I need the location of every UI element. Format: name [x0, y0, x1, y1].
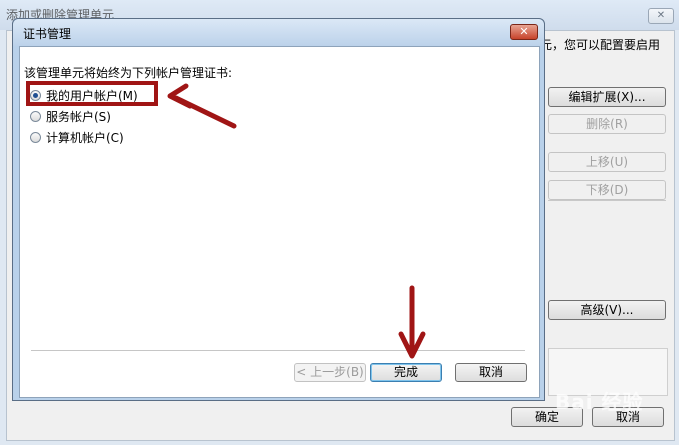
finish-button[interactable]: 完成 [370, 363, 442, 382]
annotation-arrow-icon [167, 83, 237, 129]
move-up-button[interactable]: 上移(U) [548, 152, 666, 172]
radio-option-computer-account[interactable]: 计算机帐户(C) [30, 129, 124, 145]
background-description: 元，您可以配置要启用 [540, 38, 661, 52]
dialog-separator [31, 350, 525, 351]
dialog-close-button[interactable]: ✕ [510, 24, 538, 40]
move-down-button[interactable]: 下移(D) [548, 180, 666, 200]
dialog-title: 证书管理 [23, 27, 72, 41]
advanced-button[interactable]: 高级(V)... [548, 300, 666, 320]
radio-option-service-account[interactable]: 服务帐户(S) [30, 108, 111, 124]
radio-label-service-account: 服务帐户(S) [46, 109, 111, 124]
dialog-titlebar: 证书管理 ✕ [13, 19, 544, 46]
annotation-arrow-icon [398, 285, 426, 359]
radio-button[interactable] [30, 110, 41, 122]
back-button[interactable]: < 上一步(B) [294, 363, 366, 382]
radio-label-computer-account: 计算机帐户(C) [46, 130, 124, 145]
edit-extensions-button[interactable]: 编辑扩展(X)... [548, 87, 666, 107]
radio-button[interactable] [30, 131, 41, 143]
watermark: Bai 经验 [555, 390, 644, 414]
account-prompt: 该管理单元将始终为下列帐户管理证书: [24, 66, 233, 80]
remove-button[interactable]: 删除(R) [548, 114, 666, 134]
background-close-button[interactable]: ✕ [648, 8, 674, 24]
dialog-cancel-button[interactable]: 取消 [455, 363, 527, 382]
annotation-highlight-box [26, 81, 158, 106]
background-divider [548, 200, 666, 201]
